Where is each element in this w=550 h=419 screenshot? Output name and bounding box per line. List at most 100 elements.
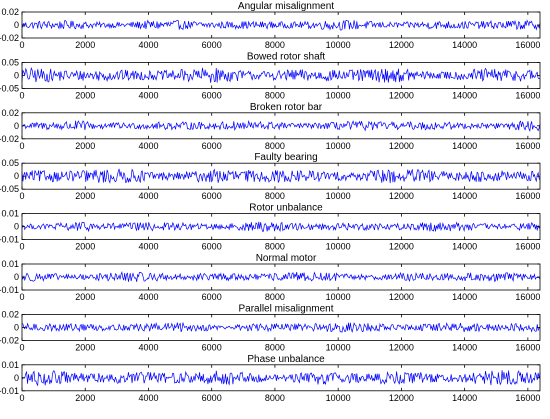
x-tick-label: 6000 [202, 90, 222, 100]
x-tick-label: 6000 [202, 141, 222, 151]
x-tick-label: 2000 [75, 242, 95, 252]
y-tick-label: 0.05 [1, 158, 19, 168]
x-tick-label: 8000 [265, 393, 285, 403]
x-tick-label: 2000 [75, 90, 95, 100]
y-tick-label: 0 [14, 222, 19, 232]
subplot-title: Parallel misalignment [238, 303, 333, 314]
y-tick-label: 0 [14, 121, 19, 131]
x-tick-label: 4000 [138, 342, 158, 352]
x-tick-label: 12000 [389, 141, 414, 151]
y-tick-label: 0 [14, 20, 19, 30]
x-tick-label: 16000 [515, 40, 540, 50]
x-tick-label: 10000 [326, 40, 351, 50]
series-line [21, 271, 541, 283]
y-tick-label: -0.02 [0, 335, 19, 345]
x-tick-label: 10000 [326, 90, 351, 100]
series-line [21, 19, 541, 31]
x-tick-label: 14000 [452, 292, 477, 302]
axes-box [21, 11, 541, 39]
subplot-3: Broken rotor bar 0 2000 4000 6000 8000 10000 12… [0, 102, 541, 151]
x-tick-label: 2000 [75, 292, 95, 302]
series-line [21, 221, 541, 233]
x-tick-label: 14000 [452, 191, 477, 201]
y-tick-label: 0.02 [1, 108, 19, 118]
x-tick-label: 10000 [326, 141, 351, 151]
x-tick-label: 4000 [138, 90, 158, 100]
x-tick-label: 12000 [389, 342, 414, 352]
x-tick-label: 10000 [326, 292, 351, 302]
x-tick-label: 0 [19, 342, 24, 352]
x-tick-label: 0 [19, 393, 24, 403]
x-tick-label: 6000 [202, 292, 222, 302]
subplot-5: Rotor unbalance 0 2000 4000 6000 8000 10000 120… [0, 203, 541, 252]
x-tick-label: 16000 [515, 292, 540, 302]
y-tick-label: 0 [14, 272, 19, 282]
series-line [21, 66, 541, 83]
subplot-title: Rotor unbalance [249, 203, 323, 214]
x-tick-label: 16000 [515, 90, 540, 100]
subplots-figure: Angular misalignment 0 2000 4000 6000 8000 100… [0, 1, 541, 403]
x-tick-label: 8000 [265, 90, 285, 100]
x-tick-label: 14000 [452, 90, 477, 100]
x-tick-label: 6000 [202, 342, 222, 352]
y-tick-label: 0 [14, 171, 19, 181]
x-tick-label: 16000 [515, 342, 540, 352]
x-tick-label: 2000 [75, 342, 95, 352]
x-tick-label: 8000 [265, 40, 285, 50]
x-tick-label: 12000 [389, 90, 414, 100]
x-tick-label: 14000 [452, 40, 477, 50]
x-tick-label: 12000 [389, 292, 414, 302]
x-tick-label: 14000 [452, 141, 477, 151]
y-tick-label: -0.01 [0, 386, 19, 396]
x-tick-label: 4000 [138, 242, 158, 252]
x-tick-label: 0 [19, 191, 24, 201]
x-tick-label: 4000 [138, 191, 158, 201]
x-tick-label: 16000 [515, 242, 540, 252]
subplot-7: Parallel misalignment 0 2000 4000 6000 8000 10… [0, 303, 541, 352]
axes-box [21, 62, 541, 89]
x-tick-label: 4000 [138, 393, 158, 403]
x-tick-label: 8000 [265, 292, 285, 302]
subplot-title: Broken rotor bar [250, 102, 323, 113]
x-tick-label: 0 [19, 40, 24, 50]
y-tick-label: 0.01 [1, 259, 19, 269]
x-tick-label: 14000 [452, 242, 477, 252]
y-tick-label: -0.05 [0, 83, 19, 93]
x-tick-label: 12000 [389, 242, 414, 252]
x-tick-label: 8000 [265, 141, 285, 151]
figure: Angular misalignment 0 2000 4000 6000 8000 100… [0, 0, 550, 419]
series-line [21, 321, 541, 334]
subplot-title: Angular misalignment [238, 1, 334, 12]
x-tick-label: 2000 [75, 40, 95, 50]
x-tick-label: 6000 [202, 191, 222, 201]
subplot-1: Angular misalignment 0 2000 4000 6000 8000 100… [0, 1, 541, 50]
y-tick-label: -0.01 [0, 235, 19, 245]
x-tick-label: 0 [19, 292, 24, 302]
axes-box [21, 213, 541, 241]
subplot-title: Normal motor [256, 253, 317, 264]
y-tick-label: 0.05 [1, 57, 19, 67]
x-tick-label: 4000 [138, 292, 158, 302]
y-tick-label: 0.01 [1, 360, 19, 370]
series-line [21, 168, 541, 184]
subplot-6: Normal motor 0 2000 4000 6000 8000 10000 12000 1… [0, 253, 541, 302]
y-tick-label: -0.02 [0, 33, 19, 43]
subplot-2: Bowed rotor shaft 0 2000 4000 6000 8000 10000 1… [0, 51, 541, 100]
x-tick-label: 12000 [389, 40, 414, 50]
y-tick-label: 0.02 [1, 7, 19, 17]
y-tick-label: 0 [14, 70, 19, 80]
x-tick-label: 12000 [389, 393, 414, 403]
x-tick-label: 14000 [452, 393, 477, 403]
x-tick-label: 16000 [515, 141, 540, 151]
axes-box [21, 263, 541, 291]
x-tick-label: 16000 [515, 191, 540, 201]
x-tick-label: 6000 [202, 242, 222, 252]
y-tick-label: 0 [14, 322, 19, 332]
x-tick-label: 4000 [138, 141, 158, 151]
y-tick-label: 0 [14, 373, 19, 383]
x-tick-label: 10000 [326, 191, 351, 201]
series-line [21, 119, 541, 132]
subplot-title: Phase unbalance [247, 354, 325, 365]
x-tick-label: 2000 [75, 191, 95, 201]
x-tick-label: 4000 [138, 40, 158, 50]
